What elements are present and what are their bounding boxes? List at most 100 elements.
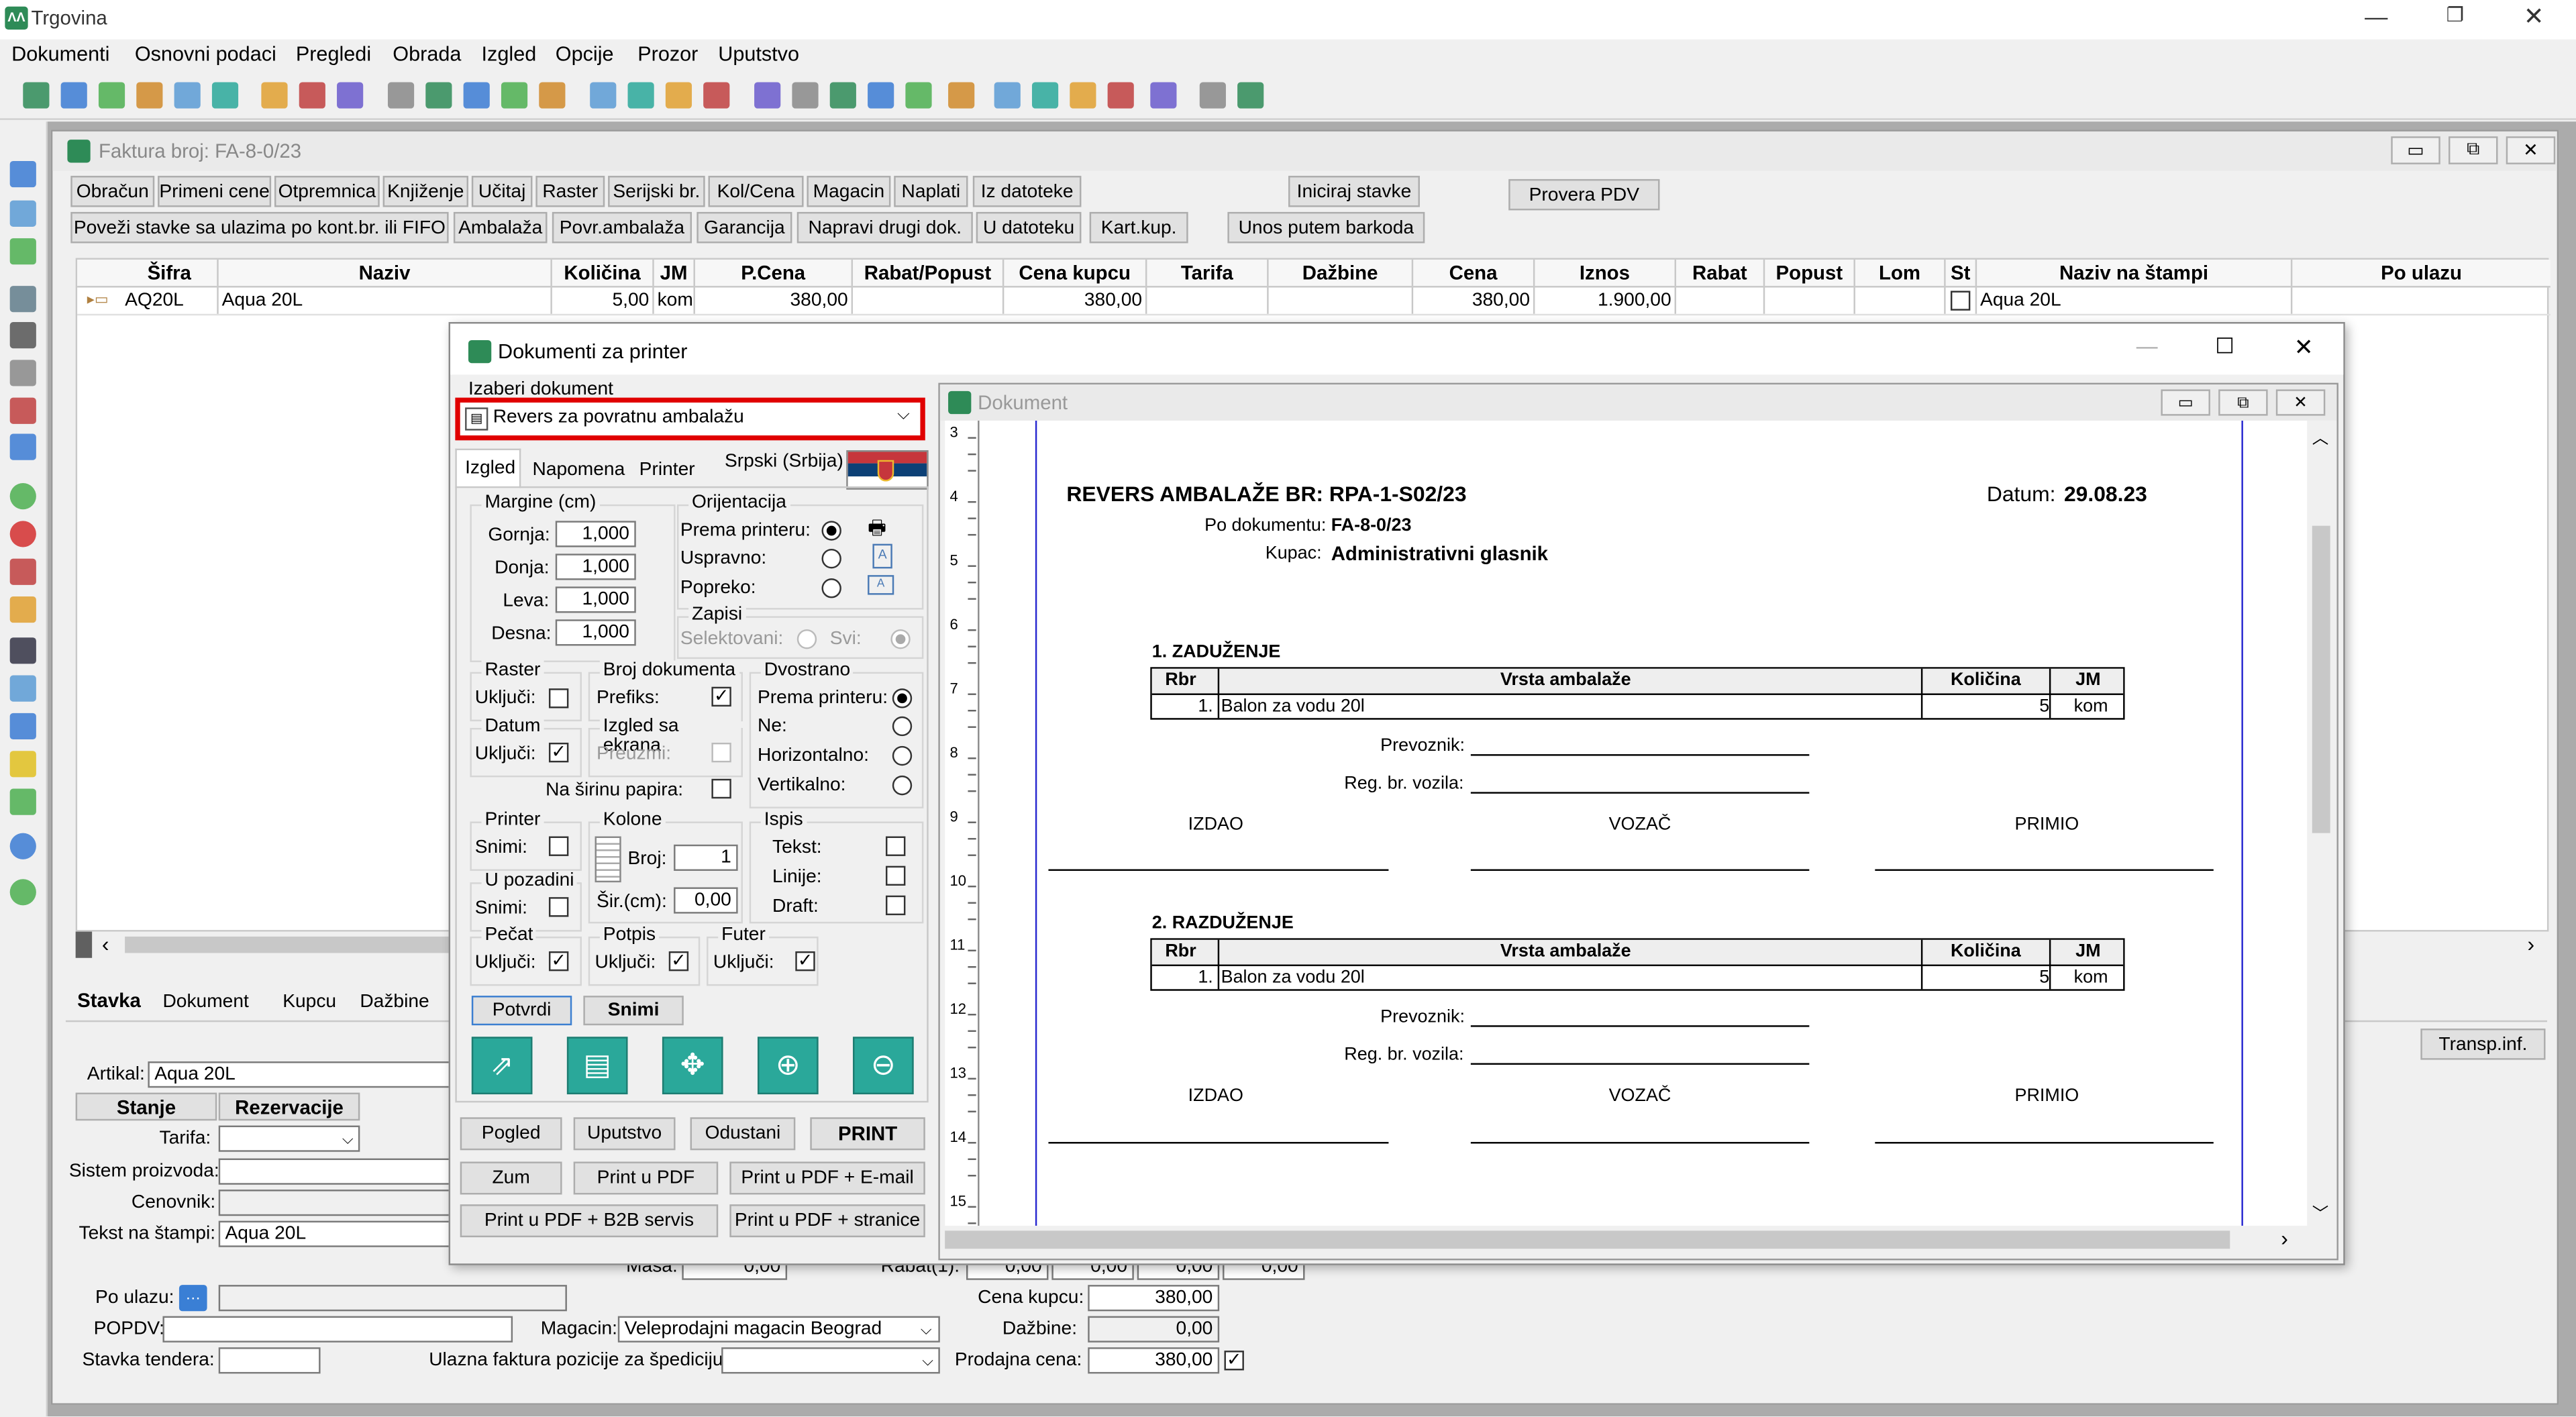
col-st[interactable]: St xyxy=(1946,259,1977,286)
naplati-button[interactable]: Naplati xyxy=(894,176,968,207)
po-ulazu-input[interactable] xyxy=(218,1285,567,1312)
scroll-right-arrow[interactable]: › xyxy=(2528,932,2535,957)
cell-po-ulazu[interactable] xyxy=(2292,288,2550,314)
menu-prozor[interactable]: Prozor xyxy=(637,43,698,66)
col-rabat[interactable]: Rabat xyxy=(1676,259,1765,286)
printer-snimi-checkbox[interactable] xyxy=(548,836,569,856)
dialog-close-button[interactable]: ✕ xyxy=(2294,333,2314,362)
home-icon[interactable] xyxy=(9,675,36,702)
col-pcena[interactable]: P.Cena xyxy=(695,259,854,286)
refresh-icon[interactable] xyxy=(9,879,36,906)
sort-icon[interactable] xyxy=(9,713,36,740)
datum-checkbox[interactable]: ✓ xyxy=(548,742,569,763)
vscroll-thumb[interactable] xyxy=(2312,525,2330,833)
pozadina-snimi-checkbox[interactable] xyxy=(548,897,569,917)
print-pdf-button[interactable]: Print u PDF xyxy=(573,1161,719,1195)
menu-pregledi[interactable]: Pregledi xyxy=(296,43,371,66)
tab-izgled[interactable]: Izgled xyxy=(455,448,521,488)
provera-pdv-button[interactable]: Provera PDV xyxy=(1508,178,1660,211)
cell-kolicina[interactable]: 5,00 xyxy=(552,287,654,314)
col-dazbine[interactable]: Dažbine xyxy=(1269,259,1414,286)
search-icon[interactable] xyxy=(9,322,36,349)
users-icon[interactable] xyxy=(9,360,36,386)
import-icon[interactable] xyxy=(174,82,201,109)
export-icon[interactable]: ⇗ xyxy=(471,1037,533,1095)
help-icon[interactable] xyxy=(9,833,36,859)
zoom-out-icon[interactable]: ⊖ xyxy=(853,1037,914,1095)
col-lom[interactable]: Lom xyxy=(1855,259,1946,286)
kol-cena-button[interactable]: Kol/Cena xyxy=(708,176,804,207)
cena-kupcu-input[interactable]: 380,00 xyxy=(1088,1285,1220,1312)
new-icon[interactable] xyxy=(23,82,50,109)
tab-stavka[interactable]: Stavka xyxy=(77,989,141,1012)
cell-tarifa[interactable] xyxy=(1147,287,1269,314)
tab-kupcu[interactable]: Kupcu xyxy=(282,992,336,1012)
bulb-icon[interactable] xyxy=(948,82,975,109)
undo-icon[interactable] xyxy=(9,558,36,585)
save-icon[interactable] xyxy=(98,82,125,109)
print-pdf-email-button[interactable]: Print u PDF + E-mail xyxy=(729,1161,925,1195)
ulazna-faktura-select[interactable]: ⌵ xyxy=(721,1347,940,1374)
odustani-button[interactable]: Odustani xyxy=(690,1117,796,1151)
col-po-ulazu[interactable]: Po ulazu xyxy=(2292,260,2550,286)
st-checkbox[interactable] xyxy=(1950,291,1971,311)
ambalaza-button[interactable]: Ambalaža xyxy=(453,211,548,244)
cell-rabat[interactable] xyxy=(1676,287,1765,314)
help-icon[interactable] xyxy=(1150,82,1177,109)
preview-maximize-button[interactable]: ⧉ xyxy=(2218,389,2268,416)
iniciraj-stavke-button[interactable]: Iniciraj stavke xyxy=(1288,176,1420,207)
folder-icon[interactable] xyxy=(299,82,325,109)
ispis-linije-checkbox[interactable] xyxy=(886,865,906,886)
open-icon[interactable] xyxy=(60,82,87,109)
preview-minimize-button[interactable]: ▭ xyxy=(2161,389,2210,416)
serbia-flag-icon[interactable] xyxy=(846,450,929,490)
binoculars-icon[interactable] xyxy=(9,637,36,664)
dvostrano-ne-radio[interactable] xyxy=(892,716,913,737)
folder-icon[interactable] xyxy=(261,82,288,109)
cenovnik-input[interactable] xyxy=(218,1190,451,1216)
serijski-br-button[interactable]: Serijski br. xyxy=(608,176,705,207)
unos-barkod-button[interactable]: Unos putem barkoda xyxy=(1227,211,1425,244)
menu-izgled[interactable]: Izgled xyxy=(482,43,537,66)
primeni-cene-button[interactable]: Primeni cene xyxy=(158,176,272,207)
obracun-button[interactable]: Obračun xyxy=(70,176,155,207)
filter-icon[interactable] xyxy=(9,751,36,778)
print-button[interactable]: PRINT xyxy=(810,1117,925,1151)
card-icon[interactable] xyxy=(868,82,894,109)
box-icon[interactable] xyxy=(9,433,36,460)
preview-hscrollbar[interactable]: › xyxy=(945,1225,2308,1254)
tarifa-select[interactable]: ⌵ xyxy=(218,1125,360,1152)
faktura-maximize-button[interactable]: ⧉ xyxy=(2449,136,2498,164)
mail-icon[interactable] xyxy=(387,82,415,109)
tab-napomena[interactable]: Napomena xyxy=(532,460,625,480)
magacin-button[interactable]: Magacin xyxy=(807,176,891,207)
add-icon[interactable] xyxy=(9,483,36,510)
otpremnica-button[interactable]: Otpremnica xyxy=(274,176,380,207)
napravi-drugi-dok-button[interactable]: Napravi drugi dok. xyxy=(796,211,973,244)
table-row[interactable]: ▸▭ AQ20L Aqua 20L 5,00 kom 380,00 380,00… xyxy=(77,287,2551,316)
gear-icon[interactable] xyxy=(1031,82,1059,109)
dialog-minimize-button[interactable]: — xyxy=(2136,333,2158,358)
col-iznos[interactable]: Iznos xyxy=(1535,259,1676,286)
globe-icon[interactable] xyxy=(1199,82,1226,109)
scroll-up-arrow[interactable]: ︿ xyxy=(2312,424,2328,449)
preuzmi-checkbox[interactable] xyxy=(711,742,731,763)
link-icon[interactable] xyxy=(829,82,856,109)
cell-pcena[interactable]: 380,00 xyxy=(695,287,854,314)
na-sirinu-checkbox[interactable] xyxy=(711,778,731,799)
faktura-close-button[interactable]: ✕ xyxy=(2506,136,2556,164)
donja-input[interactable]: 1,000 xyxy=(555,554,636,580)
col-popust[interactable]: Popust xyxy=(1765,259,1855,286)
remove-icon[interactable] xyxy=(9,521,36,547)
zum-button[interactable]: Zum xyxy=(460,1161,562,1195)
edit-icon[interactable] xyxy=(9,596,36,623)
snimi-button[interactable]: Snimi xyxy=(583,996,684,1026)
prodajna-cena-checkbox[interactable]: ✓ xyxy=(1224,1351,1244,1371)
hscroll-thumb[interactable] xyxy=(945,1230,2230,1249)
col-cena-kupcu[interactable]: Cena kupcu xyxy=(1004,259,1147,286)
cell-dazbine[interactable] xyxy=(1269,287,1414,314)
menu-uputstvo[interactable]: Uputstvo xyxy=(718,43,799,66)
uputstvo-button[interactable]: Uputstvo xyxy=(573,1117,676,1151)
minimize-button[interactable]: — xyxy=(2360,3,2393,33)
print-pdf-stranice-button[interactable]: Print u PDF + stranice xyxy=(729,1204,925,1238)
